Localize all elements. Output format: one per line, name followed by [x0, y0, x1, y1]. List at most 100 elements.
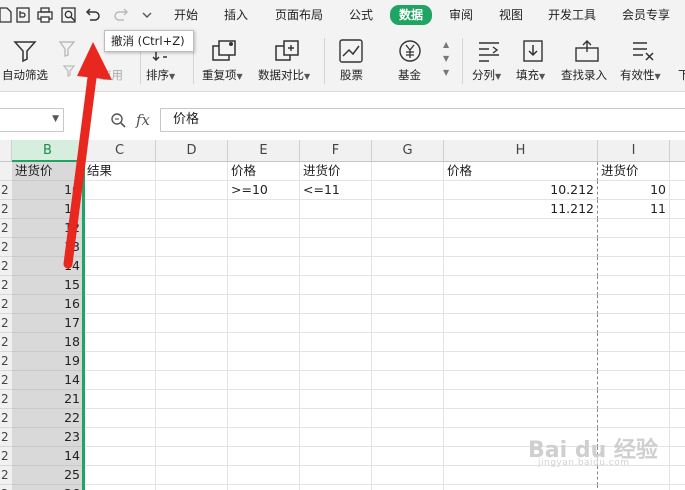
cell-i[interactable]: 进货价	[598, 162, 670, 181]
cell-g[interactable]	[372, 314, 444, 333]
fill-label[interactable]: 填充▼	[516, 67, 545, 83]
cell-f[interactable]	[300, 371, 372, 390]
next-label[interactable]: 下	[678, 67, 685, 83]
cell-e[interactable]	[228, 219, 300, 238]
cell-f[interactable]	[300, 485, 372, 490]
column-header-e[interactable]: E	[228, 140, 300, 162]
cell-g[interactable]	[372, 371, 444, 390]
cell-j[interactable]	[670, 257, 685, 276]
column-header-a[interactable]	[0, 140, 12, 162]
cell-c[interactable]	[84, 200, 156, 219]
cell-c[interactable]	[84, 485, 156, 490]
cell-i[interactable]	[598, 295, 670, 314]
cell-h[interactable]	[444, 333, 598, 352]
cell-g[interactable]	[372, 162, 444, 181]
cell-h[interactable]	[444, 276, 598, 295]
compare-icon[interactable]	[273, 38, 301, 64]
cell-d[interactable]	[156, 390, 228, 409]
cell-i[interactable]	[598, 314, 670, 333]
cell-i[interactable]	[598, 390, 670, 409]
column-header-h[interactable]: H	[444, 140, 598, 162]
reapply-filter-icon[interactable]	[62, 64, 76, 78]
cell-d[interactable]	[156, 466, 228, 485]
filter-icon[interactable]	[12, 38, 38, 64]
cell-d[interactable]	[156, 257, 228, 276]
row-header[interactable]: 2	[0, 200, 12, 219]
filter-clear-icon[interactable]	[58, 40, 78, 58]
cell-g[interactable]	[372, 466, 444, 485]
row-header[interactable]: 2	[0, 276, 12, 295]
validity-label[interactable]: 有效性▼	[620, 67, 661, 83]
tab-formulas[interactable]: 公式	[349, 6, 373, 24]
cell-h[interactable]	[444, 466, 598, 485]
cell-g[interactable]	[372, 257, 444, 276]
cell-j[interactable]	[670, 447, 685, 466]
cell-c[interactable]	[84, 181, 156, 200]
name-box[interactable]: ▼	[0, 108, 64, 132]
cell-h[interactable]: 10.212	[444, 181, 598, 200]
cell-e[interactable]	[228, 466, 300, 485]
cell-c[interactable]	[84, 390, 156, 409]
cell-j[interactable]	[670, 276, 685, 295]
lookup-entry-icon[interactable]	[574, 38, 600, 64]
cell-b[interactable]: 12	[12, 219, 84, 238]
cell-f[interactable]	[300, 276, 372, 295]
cell-h[interactable]	[444, 371, 598, 390]
row-header[interactable]: 2	[0, 409, 12, 428]
cell-i[interactable]	[598, 466, 670, 485]
row-header[interactable]: 2	[0, 371, 12, 390]
cell-f[interactable]	[300, 409, 372, 428]
cell-g[interactable]	[372, 390, 444, 409]
cell-h[interactable]	[444, 219, 598, 238]
cell-f[interactable]	[300, 238, 372, 257]
duplicates-label[interactable]: 重复项▼	[202, 67, 243, 83]
cell-e[interactable]	[228, 200, 300, 219]
cell-e[interactable]	[228, 238, 300, 257]
cell-g[interactable]	[372, 428, 444, 447]
cell-f[interactable]	[300, 352, 372, 371]
cell-b[interactable]: 19	[12, 352, 84, 371]
cell-j[interactable]	[670, 409, 685, 428]
cell-c[interactable]	[84, 428, 156, 447]
cell-i[interactable]	[598, 257, 670, 276]
cell-h[interactable]: 价格	[444, 162, 598, 181]
cell-g[interactable]	[372, 200, 444, 219]
cell-e[interactable]	[228, 352, 300, 371]
undo-icon[interactable]	[84, 6, 102, 24]
cell-j[interactable]	[670, 485, 685, 490]
cell-i[interactable]: 11	[598, 200, 670, 219]
cell-h[interactable]	[444, 409, 598, 428]
cell-h[interactable]	[444, 257, 598, 276]
row-header[interactable]: 2	[0, 238, 12, 257]
split-column-label[interactable]: 分列▼	[472, 67, 501, 83]
cell-f[interactable]	[300, 219, 372, 238]
cell-f[interactable]: 进货价	[300, 162, 372, 181]
cell-f[interactable]	[300, 447, 372, 466]
export-pdf-icon[interactable]	[14, 6, 32, 24]
redo-icon[interactable]	[112, 6, 130, 24]
cell-c[interactable]	[84, 371, 156, 390]
cell-c[interactable]: 结果	[84, 162, 156, 181]
fill-down-icon[interactable]	[521, 38, 545, 64]
cell-i[interactable]	[598, 409, 670, 428]
cell-j[interactable]	[670, 295, 685, 314]
cell-h[interactable]	[444, 485, 598, 490]
cell-c[interactable]	[84, 409, 156, 428]
chevron-down-icon[interactable]: ▼	[443, 54, 449, 63]
cell-d[interactable]	[156, 428, 228, 447]
cell-b[interactable]: 14	[12, 257, 84, 276]
row-header[interactable]: 2	[0, 447, 12, 466]
cell-j[interactable]	[670, 181, 685, 200]
cell-h[interactable]	[444, 314, 598, 333]
row-header[interactable]	[0, 162, 12, 181]
column-header-c[interactable]: C	[84, 140, 156, 162]
tab-insert[interactable]: 插入	[224, 6, 248, 24]
cell-h[interactable]	[444, 352, 598, 371]
row-header[interactable]: 2	[0, 219, 12, 238]
cell-i[interactable]	[598, 371, 670, 390]
cell-e[interactable]	[228, 409, 300, 428]
cell-c[interactable]	[84, 219, 156, 238]
cell-d[interactable]	[156, 295, 228, 314]
tab-data[interactable]: 数据	[390, 5, 433, 25]
cell-b[interactable]: 23	[12, 428, 84, 447]
